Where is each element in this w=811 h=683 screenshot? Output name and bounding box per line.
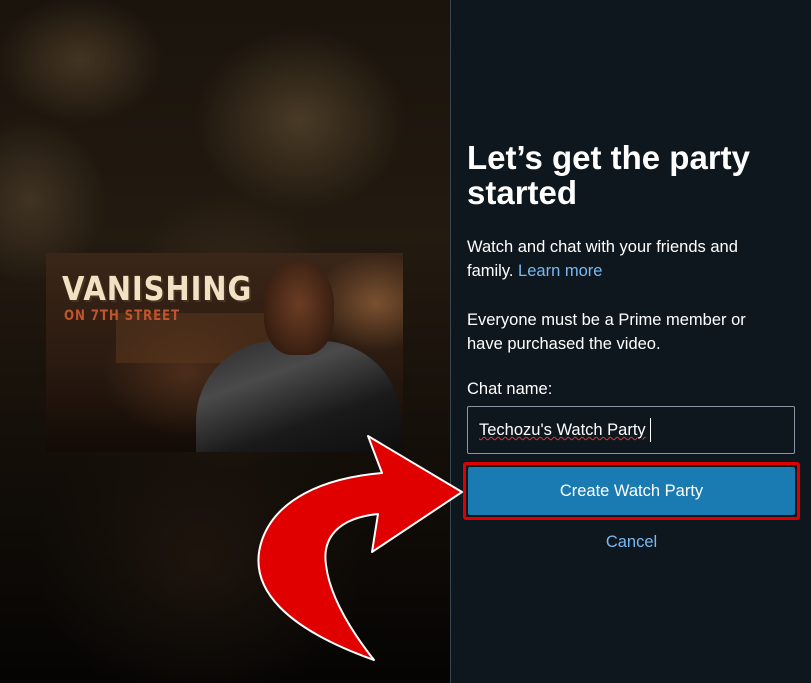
annotation-arrow-icon (257, 435, 463, 661)
